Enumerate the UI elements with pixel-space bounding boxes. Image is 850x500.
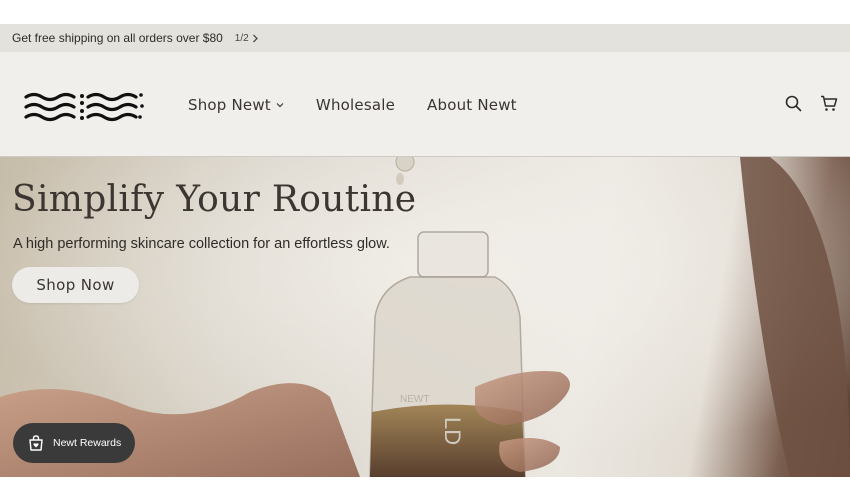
announcement-text: Get free shipping on all orders over $80 bbox=[12, 31, 223, 45]
nav-shop-newt[interactable]: Shop Newt bbox=[188, 96, 284, 114]
svg-text:NEWT: NEWT bbox=[400, 394, 429, 405]
announcement-bar: Get free shipping on all orders over $80… bbox=[0, 24, 850, 52]
pager-count: 1/2 bbox=[234, 32, 249, 44]
rewards-label: Newt Rewards bbox=[53, 437, 122, 449]
main-nav: Shop Newt Wholesale About Newt bbox=[188, 52, 517, 157]
cart-icon[interactable] bbox=[820, 95, 838, 112]
nav-shop-newt-label: Shop Newt bbox=[188, 95, 271, 114]
rewards-button[interactable]: Newt Rewards bbox=[13, 423, 135, 463]
chevron-down-icon bbox=[276, 102, 284, 107]
chevron-right-icon[interactable] bbox=[252, 34, 259, 43]
nav-wholesale[interactable]: Wholesale bbox=[316, 96, 395, 114]
announcement-pager[interactable]: 1/2 bbox=[235, 33, 259, 44]
newt-wave-logo[interactable] bbox=[24, 90, 146, 124]
hero-subtitle: A high performing skincare collection fo… bbox=[13, 236, 390, 252]
search-icon[interactable] bbox=[785, 95, 802, 112]
header-actions bbox=[785, 95, 838, 112]
hero-title: Simplify Your Routine bbox=[12, 179, 417, 220]
page-bottom bbox=[0, 477, 850, 500]
site-header: Shop Newt Wholesale About Newt bbox=[0, 52, 850, 157]
bag-heart-icon bbox=[29, 435, 43, 451]
shop-now-button[interactable]: Shop Now bbox=[12, 267, 139, 303]
nav-about-newt[interactable]: About Newt bbox=[427, 96, 517, 114]
svg-text:LD: LD bbox=[440, 417, 465, 445]
